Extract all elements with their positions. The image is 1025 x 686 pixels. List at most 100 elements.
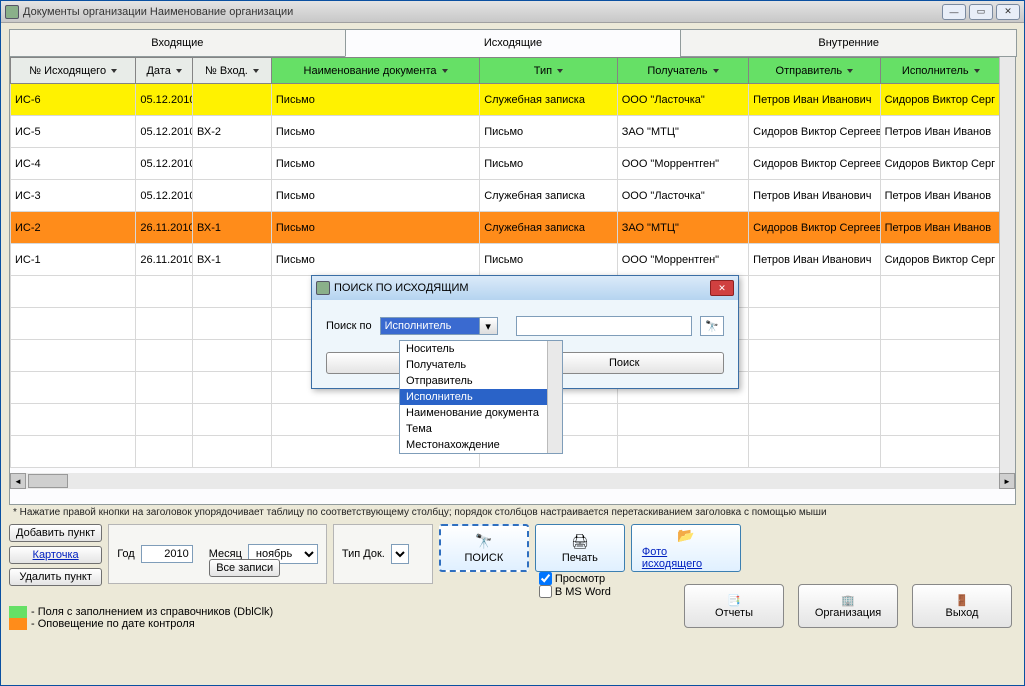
table-cell: ООО "Ласточка" [617,84,748,116]
table-row[interactable]: ИС-126.11.2010ВХ-1ПисьмоПисьмоООО "Морре… [11,244,1002,276]
table-cell [880,436,1001,468]
year-input[interactable] [141,545,193,563]
preview-checkbox[interactable]: Просмотр [539,572,625,585]
col-header-3[interactable]: Наименование документа [271,58,479,84]
exit-button[interactable]: 🚪Выход [912,584,1012,628]
reports-button[interactable]: 📑Отчеты [684,584,784,628]
table-row[interactable]: ИС-405.12.2010ПисьмоПисьмоООО "Моррентге… [11,148,1002,180]
table-cell: Петров Иван Иванов [880,212,1001,244]
scroll-right-button[interactable]: ► [999,473,1015,489]
dropdown-item[interactable]: Носитель [400,341,562,357]
col-header-4[interactable]: Тип [480,58,618,84]
table-cell [880,340,1001,372]
maximize-button[interactable]: ▭ [969,4,993,20]
table-cell: ИС-3 [11,180,136,212]
col-header-5[interactable]: Получатель [617,58,748,84]
doctype-select[interactable] [391,544,409,564]
search-text-input[interactable] [516,316,692,336]
doctype-label: Тип Док. [342,548,385,560]
titlebar: Документы организации Наименование орган… [1,1,1024,23]
table-row[interactable]: ИС-305.12.2010ПисьмоСлужебная запискаООО… [11,180,1002,212]
table-cell: Сидоров Виктор Серг [880,148,1001,180]
exit-icon: 🚪 [955,594,969,607]
col-header-7[interactable]: Исполнитель [880,58,1001,84]
table-cell [11,276,136,308]
photo-button[interactable]: 📂 Фото исходящего [631,524,741,572]
table-cell [193,372,272,404]
sort-arrow-icon [111,69,117,73]
doctype-box: Тип Док. [333,524,433,584]
dialog-title: ПОИСК ПО ИСХОДЯЩИМ [334,282,710,294]
table-row[interactable]: ИС-226.11.2010ВХ-1ПисьмоСлужебная записк… [11,212,1002,244]
col-header-6[interactable]: Отправитель [749,58,880,84]
dropdown-item[interactable]: Получатель [400,357,562,373]
tab-1[interactable]: Исходящие [345,29,682,57]
table-cell [136,404,193,436]
scroll-thumb[interactable] [28,474,68,488]
delete-button[interactable]: Удалить пункт [9,568,102,586]
tab-0[interactable]: Входящие [9,29,346,57]
table-cell: Письмо [480,244,618,276]
search-button[interactable]: 🔭 ПОИСК [439,524,529,572]
col-header-1[interactable]: Дата [136,58,193,84]
col-header-2[interactable]: № Вход. [193,58,272,84]
dropdown-arrow-icon[interactable]: ▾ [480,317,498,335]
table-row[interactable]: ИС-505.12.2010ВХ-2ПисьмоПисьмоЗАО "МТЦ"С… [11,116,1002,148]
col-header-0[interactable]: № Исходящего [11,58,136,84]
table-cell [749,340,880,372]
table-cell [617,436,748,468]
tab-2[interactable]: Внутренние [680,29,1017,57]
folder-icon: 📂 [677,527,694,544]
search-field-select[interactable]: Исполнитель [380,317,480,335]
table-cell [193,340,272,372]
sort-arrow-icon [557,69,563,73]
binoculars-icon[interactable]: 🔭 [700,316,724,336]
table-cell [193,308,272,340]
table-cell: 26.11.2010 [136,244,193,276]
organization-button[interactable]: 🏢Организация [798,584,898,628]
dropdown-item[interactable]: Тема [400,421,562,437]
sort-arrow-icon [253,69,259,73]
table-cell [193,404,272,436]
table-cell [11,404,136,436]
word-checkbox[interactable]: В MS Word [539,585,625,598]
dropdown-item[interactable]: Наименование документа [400,405,562,421]
table-cell [193,84,272,116]
dropdown-scrollbar[interactable] [547,341,562,453]
table-cell: ООО "Моррентген" [617,148,748,180]
search-field-dropdown[interactable]: НосительПолучательОтправительИсполнитель… [399,340,563,454]
sort-arrow-icon [176,69,182,73]
dropdown-item[interactable]: Исполнитель [400,389,562,405]
table-cell: ООО "Ласточка" [617,180,748,212]
sort-arrow-icon [442,69,448,73]
green-swatch [9,606,27,618]
year-label: Год [117,548,135,560]
search-by-label: Поиск по [326,320,372,332]
card-button[interactable]: Карточка [9,546,102,564]
dropdown-item[interactable]: Местонахождение [400,437,562,453]
table-cell: Письмо [271,148,479,180]
table-cell: Служебная записка [480,180,618,212]
horizontal-scrollbar[interactable]: ◄ ► [10,473,1015,489]
table-cell [11,436,136,468]
scroll-left-button[interactable]: ◄ [10,473,26,489]
table-cell: ЗАО "МТЦ" [617,116,748,148]
table-cell: 05.12.2010 [136,84,193,116]
table-row[interactable]: ИС-605.12.2010ПисьмоСлужебная запискаООО… [11,84,1002,116]
table-cell: Петров Иван Иванович [749,180,880,212]
dropdown-item[interactable]: Отправитель [400,373,562,389]
minimize-button[interactable]: — [942,4,966,20]
print-button[interactable]: 🖨 Печать [535,524,625,572]
dialog-icon [316,281,330,295]
all-records-button[interactable]: Все записи [209,559,280,577]
orange-swatch [9,618,27,630]
dialog-close-button[interactable]: ✕ [710,280,734,296]
add-button[interactable]: Добавить пункт [9,524,102,542]
table-cell: ООО "Моррентген" [617,244,748,276]
table-cell: Сидоров Виктор Серг [880,84,1001,116]
table-cell: Письмо [271,244,479,276]
table-cell [880,404,1001,436]
close-button[interactable]: ✕ [996,4,1020,20]
table-cell [193,148,272,180]
vertical-scrollbar[interactable] [999,57,1015,473]
